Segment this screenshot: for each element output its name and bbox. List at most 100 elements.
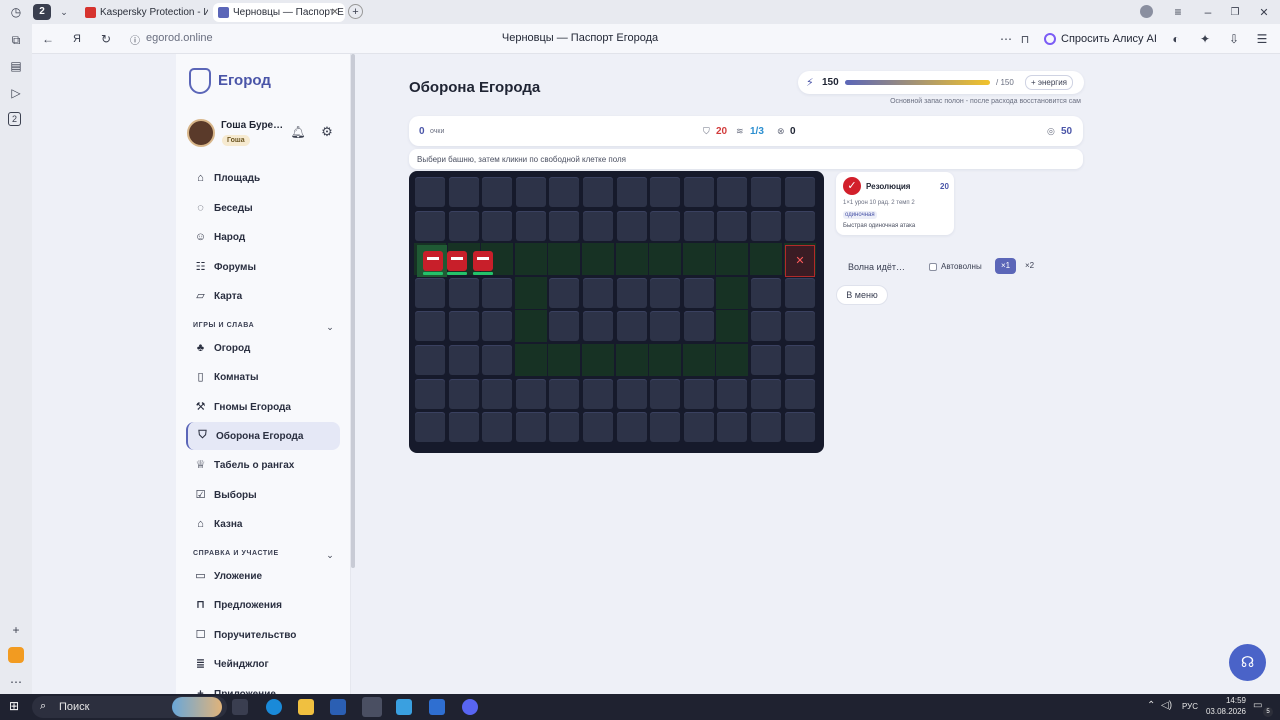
more-icon[interactable]: ⋯ xyxy=(8,674,24,690)
windows-start-icon[interactable]: ⊞ xyxy=(9,700,22,713)
avatar[interactable] xyxy=(187,119,215,147)
bookmarks-icon[interactable]: ≡ xyxy=(1170,4,1186,20)
close-window-icon[interactable]: ✕ xyxy=(1256,4,1272,20)
grid-cell[interactable] xyxy=(448,177,479,207)
grid-cell[interactable] xyxy=(650,378,681,409)
sidebar-item-nav_games-1[interactable]: ▯ Комнаты xyxy=(186,363,340,391)
grid-cell[interactable] xyxy=(583,311,613,342)
grid-cell[interactable] xyxy=(515,378,546,409)
grid-cell[interactable] xyxy=(549,210,580,241)
grid-cell[interactable] xyxy=(482,311,513,342)
grid-cell[interactable] xyxy=(482,277,513,308)
collections-icon[interactable]: ▤ xyxy=(8,58,24,74)
minimize-icon[interactable]: – xyxy=(1200,4,1216,20)
grid-cell[interactable] xyxy=(784,177,815,207)
sidebar-item-nav_help-2[interactable]: ☐ Поручительство xyxy=(186,621,340,649)
grid-cell[interactable] xyxy=(515,210,546,241)
grid-cell[interactable] xyxy=(751,378,781,409)
add-panel-icon[interactable]: + xyxy=(8,622,24,638)
grid-cell[interactable] xyxy=(549,177,580,207)
user-name[interactable]: Гоша Буре… xyxy=(221,120,283,131)
grid-cell[interactable] xyxy=(549,311,580,342)
discord-icon[interactable] xyxy=(462,699,478,715)
grid-cell[interactable] xyxy=(482,210,513,241)
grid-cell[interactable] xyxy=(482,412,513,443)
autowave-checkbox[interactable] xyxy=(929,263,937,271)
grid-cell[interactable] xyxy=(683,210,714,241)
sidebar-item-nav_help-1[interactable]: ⊓ Предложения xyxy=(186,591,340,619)
grid-cell[interactable] xyxy=(448,345,479,375)
bell-icon[interactable]: 🔔︎ xyxy=(290,124,306,140)
grid-cell[interactable] xyxy=(549,277,580,308)
edge-icon[interactable] xyxy=(266,699,282,715)
sidebar-item-nav_games-0[interactable]: ♣ Огород xyxy=(186,334,340,362)
sidebar-item-nav_main-1[interactable]: ◌ Беседы xyxy=(186,194,340,222)
grid-cell[interactable] xyxy=(751,412,781,443)
profile-icon[interactable] xyxy=(1140,5,1153,18)
sidebar-item-nav_main-4[interactable]: ▱ Карта xyxy=(186,282,340,310)
protect-icon[interactable]: ◐ xyxy=(1168,31,1184,47)
url-text[interactable]: egorod.online xyxy=(146,32,213,44)
extensions-icon[interactable]: ✦ xyxy=(1197,31,1213,47)
grid-cell[interactable] xyxy=(415,277,445,308)
sidebar-item-nav_games-5[interactable]: ☑ Выборы xyxy=(186,481,340,509)
logo-text[interactable]: Егород xyxy=(218,72,271,89)
counter-icon[interactable]: 2 xyxy=(8,112,21,126)
grid-cell[interactable] xyxy=(482,177,513,207)
yandex-icon[interactable]: Я xyxy=(69,31,85,47)
grid-cell[interactable] xyxy=(616,412,647,443)
menu-icon[interactable]: ☰ xyxy=(1254,31,1270,47)
grid-cell[interactable] xyxy=(482,378,513,409)
grid-cell[interactable] xyxy=(650,210,681,241)
sidebar-scrollbar[interactable] xyxy=(351,54,355,568)
grid-cell[interactable] xyxy=(751,277,781,308)
store-icon[interactable] xyxy=(396,699,412,715)
word-icon[interactable] xyxy=(330,699,346,715)
autowave-label[interactable]: Автоволны xyxy=(941,262,982,271)
back-icon[interactable]: ← xyxy=(40,31,56,47)
sidebar-item-nav_help-3[interactable]: ≣ Чейнджлог xyxy=(186,650,340,678)
grid-cell[interactable] xyxy=(717,412,748,443)
grid-cell[interactable] xyxy=(448,311,479,342)
grid-cell[interactable] xyxy=(415,210,445,241)
grid-cell[interactable] xyxy=(482,345,513,375)
grid-cell[interactable] xyxy=(784,378,815,409)
tab-egorod[interactable]: Черновцы — Паспорт Е ✕ xyxy=(213,3,345,22)
grid-cell[interactable] xyxy=(448,277,479,308)
grid-cell[interactable] xyxy=(583,378,613,409)
site-info-icon[interactable]: ⓘ xyxy=(127,31,143,47)
grid-cell[interactable] xyxy=(650,177,681,207)
grid-cell[interactable] xyxy=(784,210,815,241)
screenshot-icon[interactable]: ⧉ xyxy=(8,32,24,48)
grid-cell[interactable] xyxy=(616,378,647,409)
heart-app-icon[interactable] xyxy=(8,647,24,663)
speed-2-button[interactable]: ×2 xyxy=(1019,258,1040,274)
grid-cell[interactable] xyxy=(415,412,445,443)
chevron-down-icon[interactable]: ⌄ xyxy=(322,547,338,563)
grid-cell[interactable] xyxy=(415,311,445,342)
grid-cell[interactable] xyxy=(717,210,748,241)
grid-cell[interactable] xyxy=(683,378,714,409)
history-icon[interactable]: ◷ xyxy=(8,4,24,20)
grid-cell[interactable] xyxy=(448,378,479,409)
grid-cell[interactable] xyxy=(583,177,613,207)
game-board[interactable]: ✕ xyxy=(409,171,824,453)
sidebar-item-nav_games-3[interactable]: ⛉ Оборона Егорода xyxy=(186,422,340,450)
grid-cell[interactable] xyxy=(448,412,479,443)
ask-alice-button[interactable]: Спросить Алису AI xyxy=(1040,29,1158,49)
grid-cell[interactable] xyxy=(415,177,445,207)
grid-cell[interactable] xyxy=(583,412,613,443)
grid-cell[interactable] xyxy=(583,277,613,308)
grid-cell[interactable] xyxy=(751,210,781,241)
explorer-icon[interactable] xyxy=(298,699,314,715)
grid-cell[interactable] xyxy=(415,345,445,375)
speaker-icon[interactable]: ◁) xyxy=(1161,700,1172,711)
grid-cell[interactable] xyxy=(751,177,781,207)
grid-cell[interactable] xyxy=(784,412,815,443)
grid-cell[interactable] xyxy=(650,277,681,308)
sidebar-item-nav_main-0[interactable]: ⌂ Площадь xyxy=(186,164,340,192)
speed-1-button[interactable]: ×1 xyxy=(995,258,1016,274)
chat-fab-button[interactable]: ☊ xyxy=(1229,644,1266,681)
new-tab-icon[interactable]: + xyxy=(348,4,363,19)
grid-cell[interactable] xyxy=(751,311,781,342)
